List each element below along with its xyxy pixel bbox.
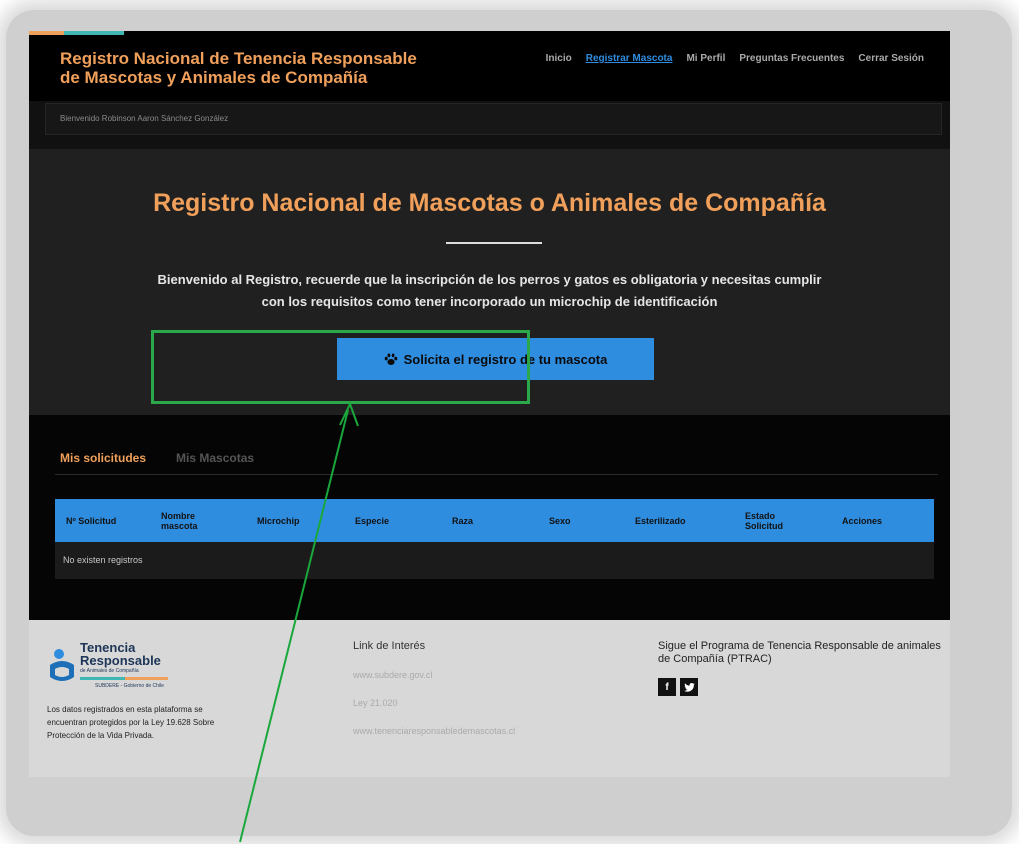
social-section: Sigue el Programa de Tenencia Responsabl… xyxy=(658,640,948,696)
links-section: Link de Interés www.subdere.gov.cl Ley 2… xyxy=(353,640,515,754)
link-subdere[interactable]: www.subdere.gov.cl xyxy=(353,670,515,680)
web-page: Registro Nacional de Tenencia Responsabl… xyxy=(29,31,950,777)
nav-mi-perfil[interactable]: Mi Perfil xyxy=(686,53,725,64)
nav-cerrar-sesion[interactable]: Cerrar Sesión xyxy=(858,53,924,64)
col-raza: Raza xyxy=(452,515,474,526)
main-nav: Inicio Registrar Mascota Mi Perfil Pregu… xyxy=(546,53,924,64)
twitter-bird-icon xyxy=(683,682,695,692)
col-estado-solicitud: Estado Solicitud xyxy=(745,510,783,531)
hero-title: Registro Nacional de Mascotas o Animales… xyxy=(153,189,826,217)
nav-registrar-mascota[interactable]: Registrar Mascota xyxy=(586,53,673,64)
col-nombre-mascota: Nombre mascota xyxy=(161,510,198,531)
social-title: Sigue el Programa de Tenencia Responsabl… xyxy=(658,640,941,665)
table-header: Nº Solicitud Nombre mascota Microchip Es… xyxy=(55,499,934,542)
col-sexo: Sexo xyxy=(549,515,571,526)
col-acciones: Acciones xyxy=(842,515,883,526)
link-ley-21020[interactable]: Ley 21.020 xyxy=(353,698,515,708)
logo-mark-icon xyxy=(50,649,74,681)
tabs: Mis solicitudes Mis Mascotas xyxy=(60,451,254,465)
logo-bar-accent xyxy=(125,677,168,680)
link-tenencia-responsable[interactable]: www.tenenciaresponsabledemascotas.cl xyxy=(353,726,515,736)
twitter-icon[interactable] xyxy=(680,678,698,696)
site-header: Registro Nacional de Tenencia Responsabl… xyxy=(29,35,950,101)
links-title: Link de Interés xyxy=(353,640,426,652)
table-empty-row: No existen registros xyxy=(55,542,934,579)
site-title[interactable]: Registro Nacional de Tenencia Responsabl… xyxy=(60,49,460,87)
tabs-divider xyxy=(55,474,938,475)
site-footer: Tenencia Responsable de Animales de Comp… xyxy=(29,620,950,777)
col-n-solicitud: Nº Solicitud xyxy=(66,515,117,526)
requests-section: Mis solicitudes Mis Mascotas Nº Solicitu… xyxy=(29,415,950,620)
hero-divider xyxy=(446,242,542,244)
highlight-box xyxy=(151,330,530,404)
nav-preguntas-frecuentes[interactable]: Preguntas Frecuentes xyxy=(739,53,844,64)
col-esterilizado: Esterilizado xyxy=(635,515,686,526)
col-microchip: Microchip xyxy=(257,515,300,526)
welcome-bar: Bienvenido Robinson Aaron Sánchez Gonzál… xyxy=(45,103,942,135)
tenencia-responsable-logo: Tenencia Responsable de Animales de Comp… xyxy=(47,641,177,689)
logo-text-line3: de Animales de Compañía xyxy=(80,668,139,674)
facebook-icon[interactable]: f xyxy=(658,678,676,696)
nav-inicio[interactable]: Inicio xyxy=(546,53,572,64)
col-especie: Especie xyxy=(355,515,390,526)
tab-mis-solicitudes[interactable]: Mis solicitudes xyxy=(60,451,146,465)
social-buttons: f xyxy=(658,678,948,696)
tab-mis-mascotas[interactable]: Mis Mascotas xyxy=(176,451,254,465)
logo-text-line2: Responsable xyxy=(80,653,161,668)
logo-text-line4: SUBDERE - Gobierno de Chile xyxy=(95,683,164,689)
hero-text: Bienvenido al Registro, recuerde que la … xyxy=(157,272,822,309)
privacy-note: Los datos registrados en esta plataforma… xyxy=(47,705,215,740)
